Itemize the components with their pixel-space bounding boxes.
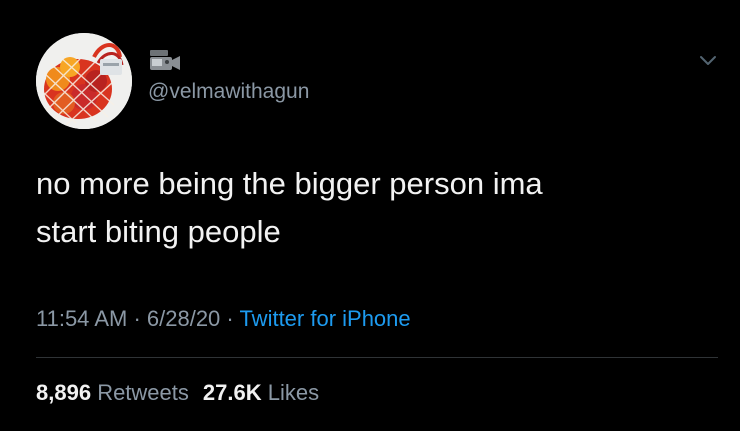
tweet-meta: 11:54 AM · 6/28/20 · Twitter for iPhone	[36, 306, 411, 332]
likes-stat[interactable]: 27.6K Likes	[203, 380, 319, 405]
display-name-emoji-icon[interactable]	[148, 48, 182, 72]
tweet-text: no more being the bigger person ima star…	[36, 160, 716, 256]
avatar[interactable]	[36, 33, 132, 129]
tweet-time[interactable]: 11:54 AM	[36, 306, 127, 331]
tweet-text-line-1: no more being the bigger person ima	[36, 166, 543, 201]
retweets-count: 8,896	[36, 380, 92, 405]
chevron-down-icon[interactable]	[696, 48, 720, 72]
divider	[36, 357, 718, 358]
user-handle[interactable]: @velmawithagun	[148, 80, 309, 104]
tweet-source-link[interactable]: Twitter for iPhone	[239, 306, 410, 331]
retweets-label: Retweets	[97, 380, 189, 405]
likes-label: Likes	[267, 380, 320, 405]
tweet-text-line-2: start biting people	[36, 214, 281, 249]
tweet-date[interactable]: 6/28/20	[147, 306, 220, 331]
meta-separator: ·	[127, 306, 147, 331]
tweet-stats: 8,896 Retweets 27.6K Likes	[36, 380, 319, 406]
meta-separator: ·	[220, 306, 240, 331]
tweet-card: @velmawithagun no more being the bigger …	[0, 0, 740, 431]
retweets-stat[interactable]: 8,896 Retweets	[36, 380, 189, 405]
likes-count: 27.6K	[202, 380, 262, 405]
